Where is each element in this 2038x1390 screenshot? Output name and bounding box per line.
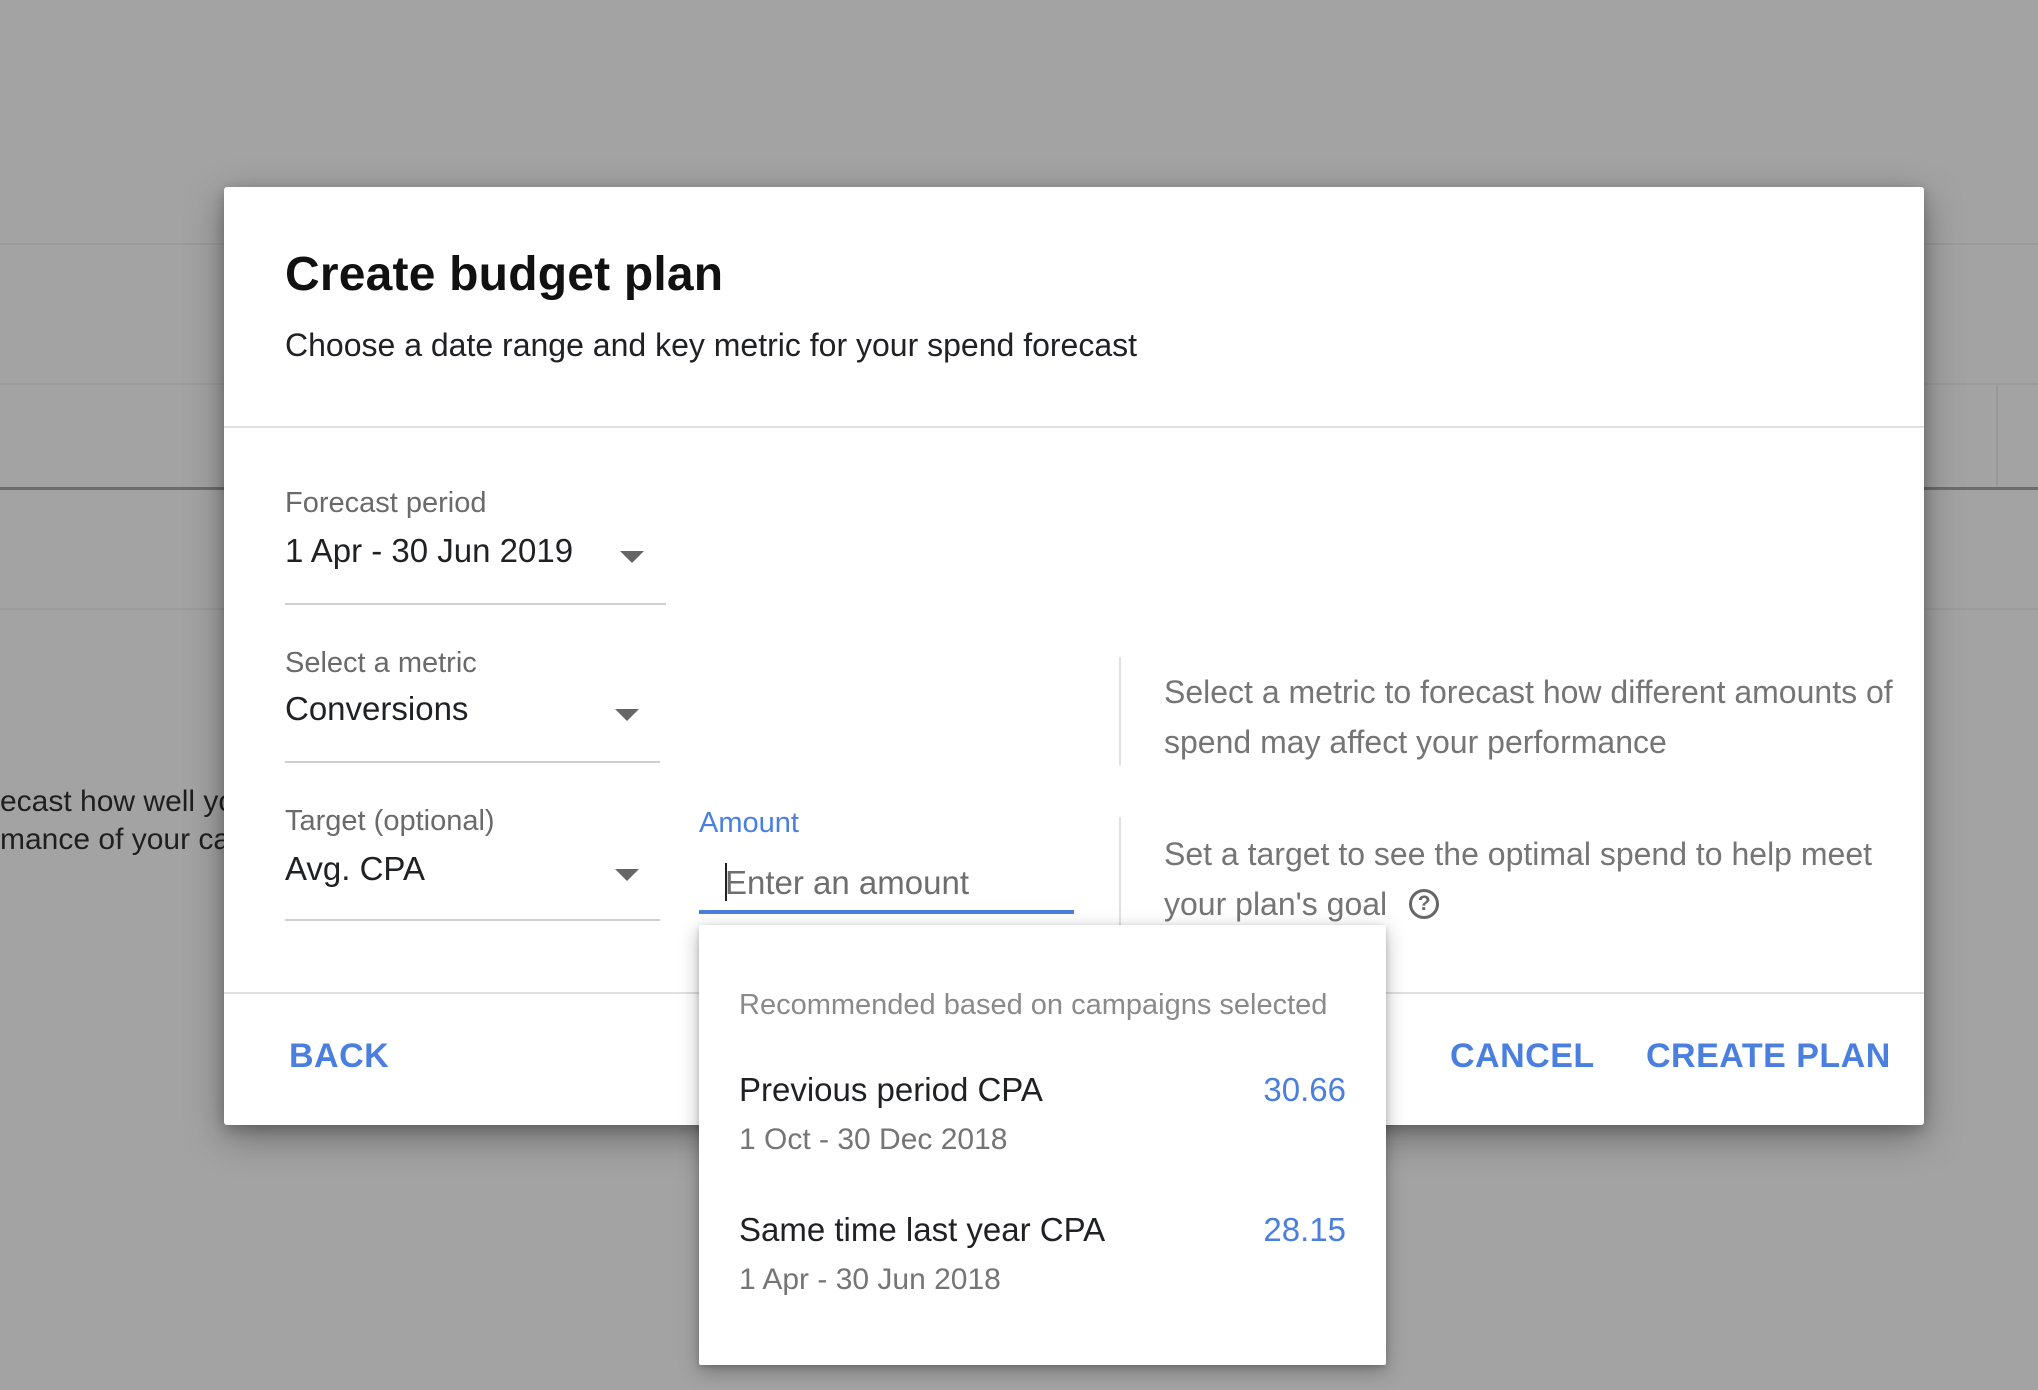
vertical-divider	[1119, 817, 1121, 925]
amount-field: Amount	[699, 807, 1074, 917]
target-help-label: Set a target to see the optimal spend to…	[1164, 836, 1872, 922]
back-button[interactable]: BACK	[289, 1037, 389, 1076]
recommendations-header: Recommended based on campaigns selected	[739, 989, 1328, 1021]
amount-input[interactable]	[725, 859, 1065, 907]
recommendations-popup: Recommended based on campaigns selected …	[699, 925, 1386, 1365]
metric-help-text: Select a metric to forecast how differen…	[1164, 674, 1893, 760]
background-text: mance of your ca	[0, 823, 231, 856]
chevron-down-icon	[620, 551, 644, 563]
recommendation-title: Same time last year CPA	[739, 1211, 1106, 1248]
vertical-divider	[1119, 657, 1121, 765]
target-value: Avg. CPA	[285, 850, 426, 887]
cancel-button[interactable]: CANCEL	[1450, 1037, 1595, 1076]
forecast-period-label: Forecast period	[285, 487, 487, 519]
forecast-period-select[interactable]: Forecast period 1 Apr - 30 Jun 2019	[285, 487, 666, 607]
chevron-down-icon	[615, 869, 639, 881]
target-label: Target (optional)	[285, 805, 495, 837]
dialog-title: Create budget plan	[285, 248, 724, 301]
forecast-period-value: 1 Apr - 30 Jun 2019	[285, 532, 574, 569]
recommendation-title: Previous period CPA	[739, 1071, 1043, 1108]
metric-value: Conversions	[285, 690, 469, 727]
create-plan-button[interactable]: CREATE PLAN	[1646, 1037, 1891, 1076]
help-icon[interactable]: ?	[1409, 888, 1440, 919]
header-divider	[224, 426, 1924, 428]
dialog-subtitle: Choose a date range and key metric for y…	[285, 327, 1138, 363]
recommendation-period: 1 Apr - 30 Jun 2018	[739, 1263, 1001, 1296]
recommendation-period: 1 Oct - 30 Dec 2018	[739, 1123, 1008, 1156]
field-underline	[285, 919, 660, 921]
recommendation-option[interactable]: Same time last year CPA 28.15 1 Apr - 30…	[699, 1211, 1386, 1331]
target-help-text: Set a target to see the optimal spend to…	[1164, 829, 1894, 929]
chevron-down-icon	[615, 709, 639, 721]
amount-focus-underline	[699, 910, 1074, 914]
background-text: ecast how well yo	[0, 785, 236, 818]
recommendation-value: 30.66	[1263, 1071, 1346, 1108]
recommendation-value: 28.15	[1263, 1211, 1346, 1248]
text-cursor	[725, 863, 727, 901]
field-underline	[285, 603, 666, 605]
target-select[interactable]: Target (optional) Avg. CPA	[285, 805, 660, 925]
field-underline	[285, 761, 660, 763]
metric-label: Select a metric	[285, 647, 477, 679]
metric-select[interactable]: Select a metric Conversions	[285, 647, 660, 767]
background-vertical-divider	[1996, 385, 1998, 487]
recommendation-option[interactable]: Previous period CPA 30.66 1 Oct - 30 Dec…	[699, 1071, 1386, 1191]
amount-label: Amount	[699, 807, 799, 839]
